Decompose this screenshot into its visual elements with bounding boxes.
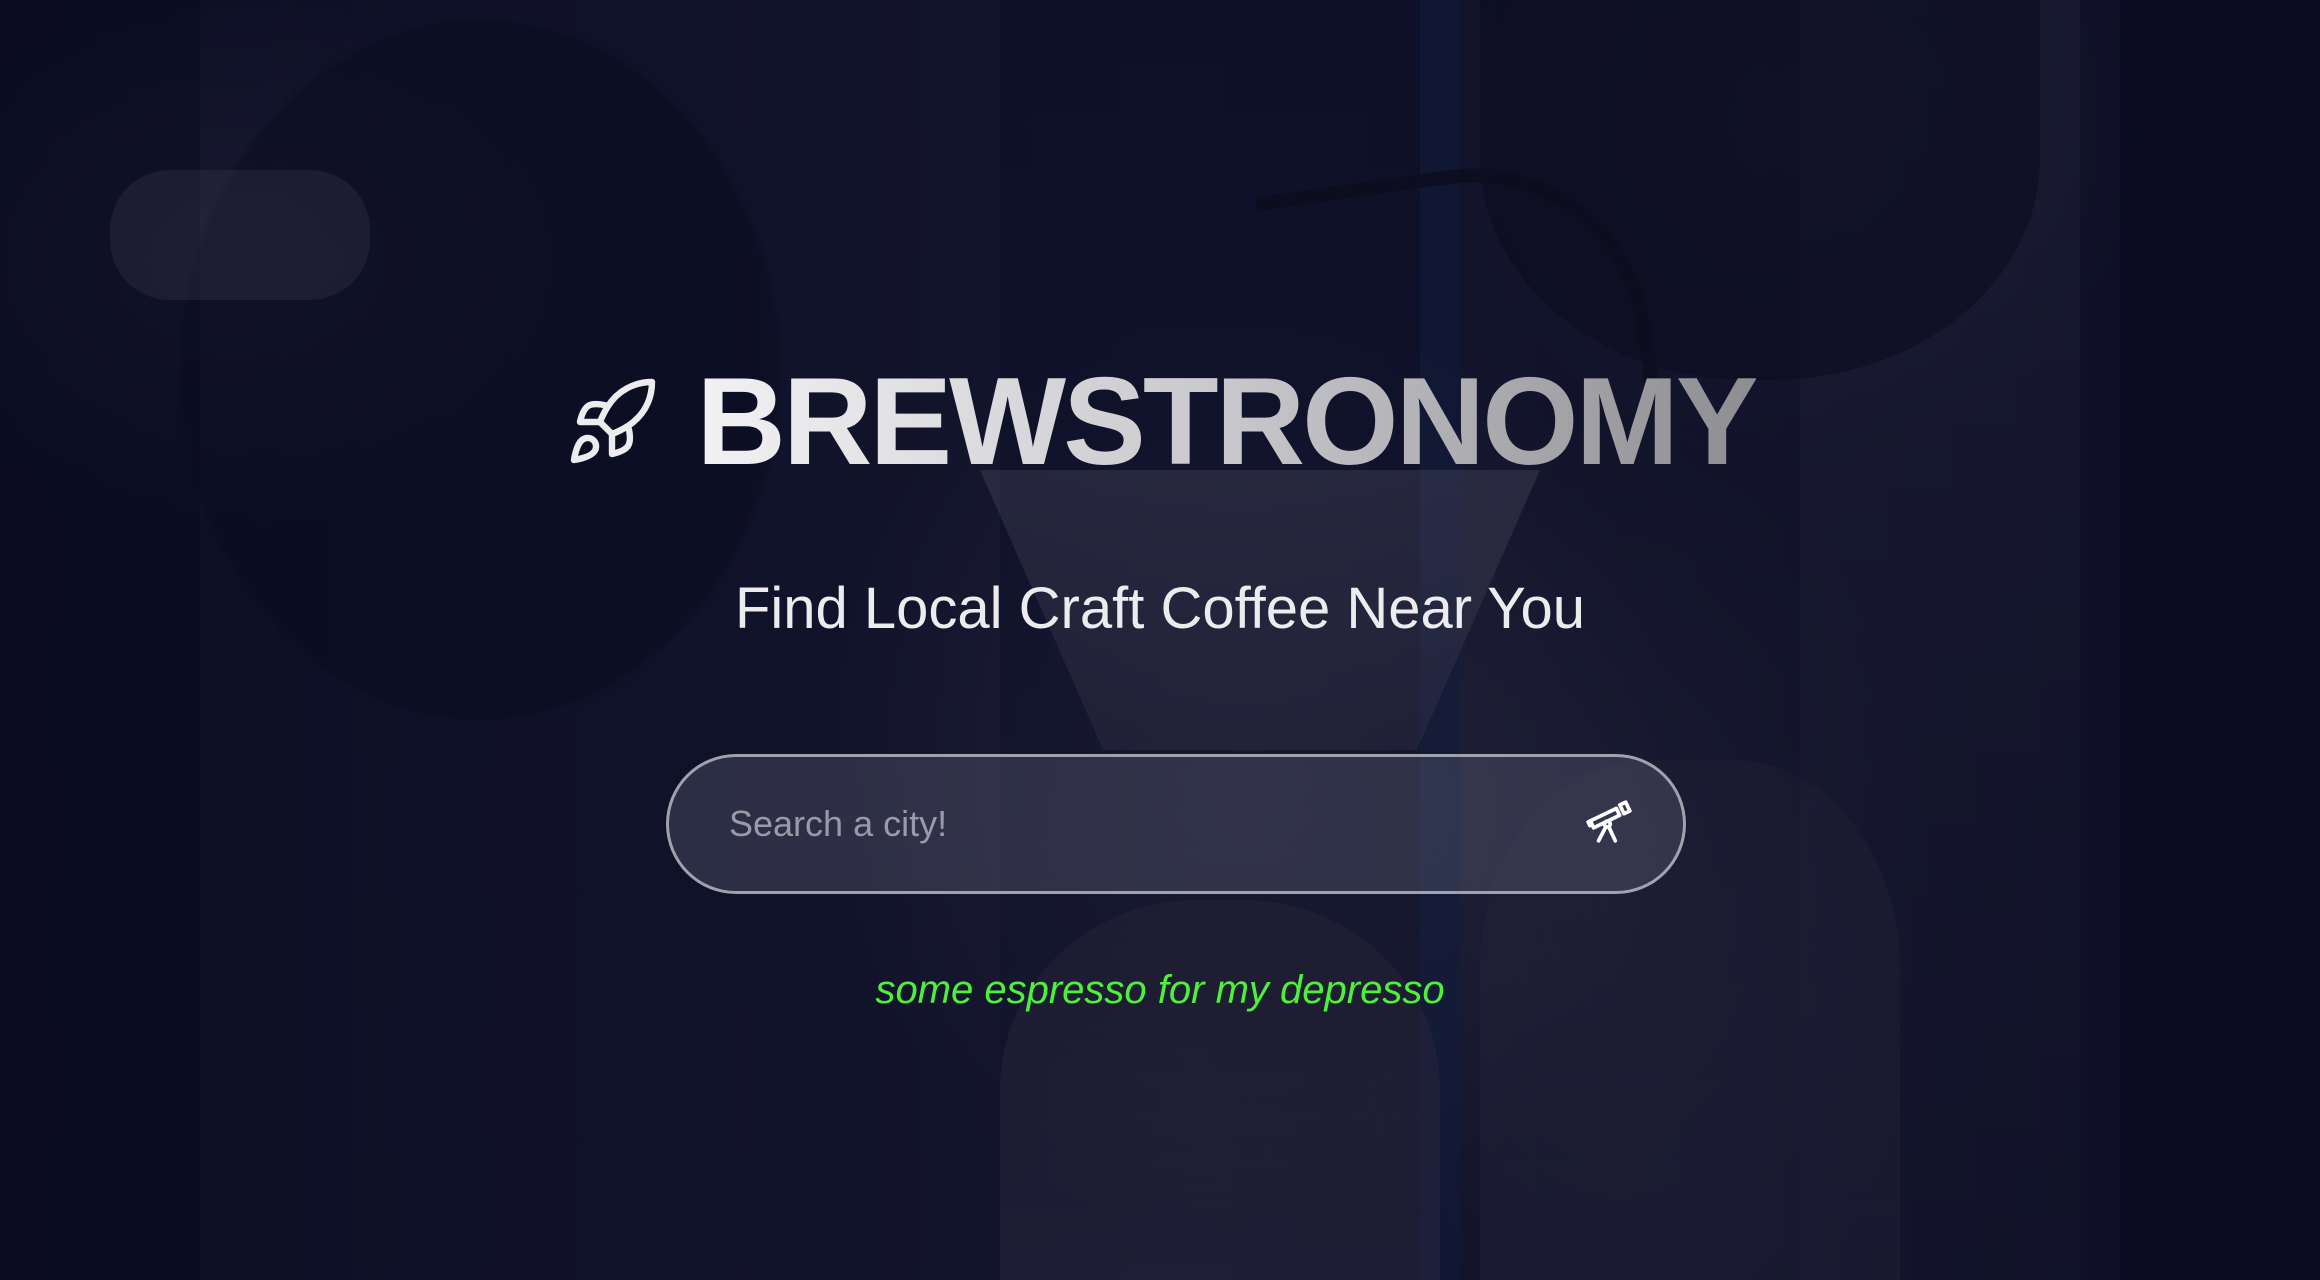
motto-text: some espresso for my depresso xyxy=(875,968,1445,1012)
hero-section: BREWSTRONOMY Find Local Craft Coffee Nea… xyxy=(0,0,2320,1280)
telescope-icon xyxy=(1584,797,1634,852)
brand-header: BREWSTRONOMY xyxy=(0,360,2320,484)
city-search-bar xyxy=(666,754,1686,894)
rocket-icon xyxy=(564,374,660,470)
app-title: BREWSTRONOMY xyxy=(696,353,1758,491)
search-button[interactable] xyxy=(1579,794,1639,854)
tagline: Find Local Craft Coffee Near You xyxy=(734,576,1586,641)
city-search-input[interactable] xyxy=(727,802,1579,846)
